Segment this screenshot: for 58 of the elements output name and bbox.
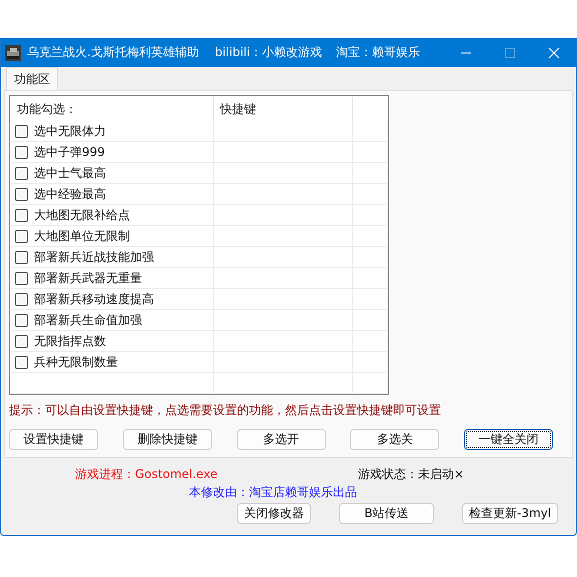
action-button[interactable]: 删除快捷键: [122, 429, 212, 450]
feature-label: 部署新兵武器无重量: [34, 270, 142, 286]
checkbox[interactable]: [15, 208, 28, 222]
column-header: 快捷键: [214, 97, 353, 121]
table-cell: [353, 268, 388, 289]
feature-label: 部署新兵近战技能加强: [34, 248, 154, 266]
feature-label: 无限指挥点数: [34, 332, 106, 350]
footer-button[interactable]: 检查更新-3myl: [462, 503, 558, 524]
action-button[interactable]: 多选关: [350, 429, 440, 450]
checkbox[interactable]: [15, 356, 28, 368]
checkbox[interactable]: [15, 292, 28, 306]
checkbox[interactable]: [15, 314, 28, 326]
feature-label: 选中无限体力: [34, 122, 106, 140]
window-title: 乌克兰战火.戈斯托梅利英雄辅助: [27, 44, 199, 61]
table-cell: [353, 142, 388, 163]
feature-label: 部署新兵移动速度提高: [34, 290, 154, 308]
checkbox[interactable]: [15, 230, 28, 242]
footer-button[interactable]: B站传送: [339, 503, 434, 524]
checkbox[interactable]: [15, 146, 28, 158]
hint-text: 提示：可以自由设置快捷键，点选需要设置的功能，然后点击设置快捷键即可设置: [9, 402, 442, 419]
action-button[interactable]: 多选开: [236, 429, 326, 450]
feature-label: 大地图单位无限制: [34, 228, 130, 244]
column-header: 功能勾选：: [11, 97, 214, 121]
table-cell: [353, 184, 388, 205]
checkbox[interactable]: [15, 334, 28, 348]
title-text: 淘宝：赖哥娱乐: [336, 44, 420, 61]
feature-label: 选中经验最高: [34, 186, 106, 202]
action-button[interactable]: 设置快捷键: [9, 429, 98, 450]
table-cell: [353, 121, 388, 142]
feature-label: 选中子弹999: [34, 144, 105, 160]
feature-label: 兵种无限制数量: [34, 354, 118, 370]
table-cell: [353, 352, 388, 373]
table-cell: [353, 247, 388, 268]
checkbox[interactable]: [15, 188, 28, 200]
table-cell: [353, 226, 388, 247]
table-cell: [353, 289, 388, 310]
maximize-icon: [504, 46, 516, 58]
footer-button[interactable]: 关闭修改器: [237, 503, 311, 524]
close-icon[interactable]: [548, 46, 560, 58]
table-cell: [353, 310, 388, 331]
tank-icon: [5, 44, 21, 60]
title-text: bilibili：小赖改游戏: [214, 44, 322, 61]
credit-text: 本修改由：淘宝店赖哥娱乐出品: [189, 484, 358, 501]
action-button[interactable]: 一键全关闭: [464, 429, 553, 450]
table-cell: [353, 373, 388, 394]
table-cell: [353, 205, 388, 226]
table-cell: [353, 331, 388, 352]
table-cell: [353, 163, 388, 184]
status-text: 游戏状态：未启动×: [358, 466, 464, 482]
process-text: 游戏进程：Gostomel.exe: [75, 466, 218, 482]
checkbox[interactable]: [15, 124, 28, 138]
checkbox[interactable]: [15, 272, 28, 284]
feature-label: 大地图无限补给点: [34, 206, 130, 224]
checkbox[interactable]: [15, 250, 28, 264]
checkbox[interactable]: [15, 166, 28, 180]
feature-label: 部署新兵生命值加强: [34, 312, 142, 328]
feature-label: 选中士气最高: [34, 164, 106, 182]
tab[interactable]: 功能区: [6, 67, 58, 90]
